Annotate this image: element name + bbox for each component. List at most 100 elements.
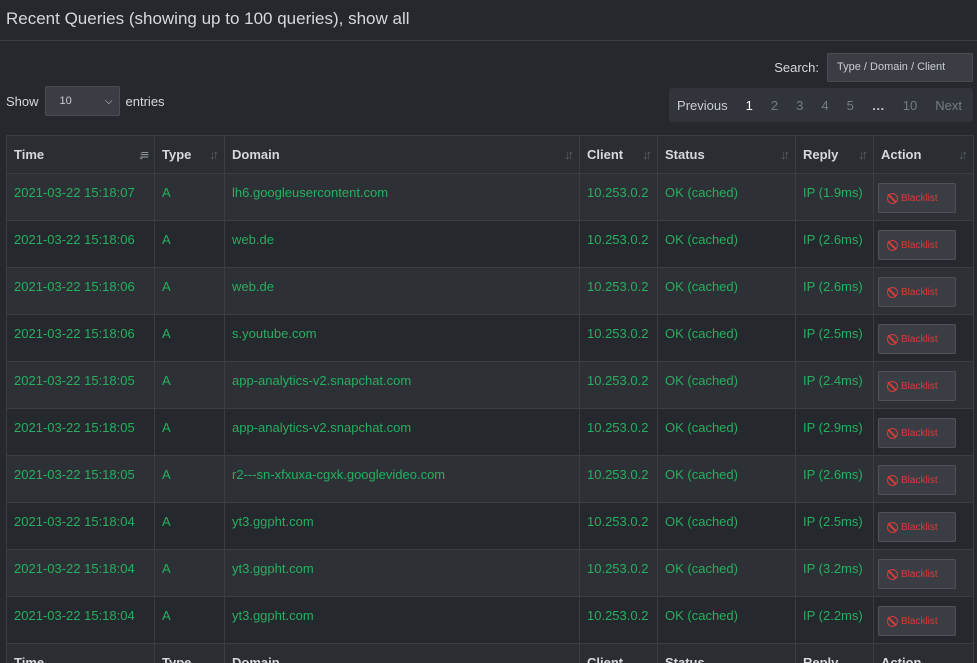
cell-type: A — [154, 173, 225, 221]
cell-time: 2021-03-22 15:18:05 — [6, 455, 155, 503]
blacklist-button[interactable]: Blacklist — [878, 559, 956, 589]
pagination-page-10[interactable]: 10 — [894, 88, 926, 122]
footer-header-time: Time — [6, 643, 155, 663]
cell-action: Blacklist — [873, 455, 974, 503]
show-all-link[interactable]: show all — [348, 9, 409, 28]
pagination-page-4[interactable]: 4 — [812, 88, 837, 122]
cell-client: 10.253.0.2 — [579, 314, 658, 362]
table-row: 2021-03-22 15:18:04 A yt3.ggpht.com 10.2… — [6, 549, 974, 597]
sort-icon: ↓↑ — [564, 147, 574, 162]
table-row: 2021-03-22 15:18:05 A app-analytics-v2.s… — [6, 408, 974, 456]
table-row: 2021-03-22 15:18:07 A lh6.googleusercont… — [6, 173, 974, 221]
search-row: Search: — [774, 52, 973, 82]
cell-action: Blacklist — [873, 408, 974, 456]
blacklist-button[interactable]: Blacklist — [878, 230, 956, 260]
column-header-domain[interactable]: Domain ↓↑ — [224, 135, 580, 174]
cell-client: 10.253.0.2 — [579, 502, 658, 550]
cell-type: A — [154, 549, 225, 597]
column-header-time[interactable]: Time ↓≡ — [6, 135, 155, 174]
cell-type: A — [154, 267, 225, 315]
cell-reply: IP (2.4ms) — [795, 361, 874, 409]
cell-time: 2021-03-22 15:18:06 — [6, 267, 155, 315]
cell-status: OK (cached) — [657, 220, 796, 268]
cell-domain: web.de — [224, 267, 580, 315]
cell-status: OK (cached) — [657, 267, 796, 315]
blacklist-button[interactable]: Blacklist — [878, 512, 956, 542]
cell-time: 2021-03-22 15:18:05 — [6, 361, 155, 409]
cell-reply: IP (2.5ms) — [795, 314, 874, 362]
entries-length: Show 10 ⌵ entries — [6, 86, 165, 116]
cell-type: A — [154, 220, 225, 268]
footer-header-status: Status — [657, 643, 796, 663]
blacklist-label: Blacklist — [901, 286, 938, 298]
pagination-page-3[interactable]: 3 — [787, 88, 812, 122]
table-row: 2021-03-22 15:18:06 A s.youtube.com 10.2… — [6, 314, 974, 362]
blacklist-label: Blacklist — [901, 380, 938, 392]
search-input[interactable] — [827, 52, 973, 82]
table-row: 2021-03-22 15:18:06 A web.de 10.253.0.2 … — [6, 220, 974, 268]
ban-icon — [887, 192, 898, 204]
blacklist-label: Blacklist — [901, 474, 938, 486]
cell-time: 2021-03-22 15:18:04 — [6, 549, 155, 597]
ban-icon — [887, 239, 898, 251]
cell-type: A — [154, 596, 225, 644]
cell-action: Blacklist — [873, 502, 974, 550]
column-header-reply[interactable]: Reply ↓↑ — [795, 135, 874, 174]
pagination-page-5[interactable]: 5 — [838, 88, 863, 122]
ban-icon — [887, 427, 898, 439]
footer-header-type: Type — [154, 643, 225, 663]
blacklist-button[interactable]: Blacklist — [878, 277, 956, 307]
cell-domain: yt3.ggpht.com — [224, 502, 580, 550]
column-header-action[interactable]: Action ↓↑ — [873, 135, 974, 174]
cell-reply: IP (2.2ms) — [795, 596, 874, 644]
pagination-next[interactable]: Next — [926, 88, 971, 122]
column-header-type[interactable]: Type ↓↑ — [154, 135, 225, 174]
blacklist-button[interactable]: Blacklist — [878, 606, 956, 636]
pagination-page-2[interactable]: 2 — [762, 88, 787, 122]
blacklist-button[interactable]: Blacklist — [878, 183, 956, 213]
cell-status: OK (cached) — [657, 408, 796, 456]
cell-client: 10.253.0.2 — [579, 549, 658, 597]
table-header-row: Time ↓≡ Type ↓↑ Domain ↓↑ Client ↓↑ Status ↓↑… — [6, 135, 974, 174]
cell-domain: s.youtube.com — [224, 314, 580, 362]
cell-action: Blacklist — [873, 220, 974, 268]
sort-desc-icon: ↓≡ — [137, 147, 149, 162]
column-header-status[interactable]: Status ↓↑ — [657, 135, 796, 174]
blacklist-button[interactable]: Blacklist — [878, 465, 956, 495]
sort-icon: ↓↑ — [858, 147, 868, 162]
cell-domain: web.de — [224, 220, 580, 268]
pagination-previous[interactable]: Previous — [671, 88, 737, 122]
ban-icon — [887, 333, 898, 345]
sort-icon: ↓↑ — [642, 147, 652, 162]
table-row: 2021-03-22 15:18:05 A app-analytics-v2.s… — [6, 361, 974, 409]
cell-time: 2021-03-22 15:18:06 — [6, 220, 155, 268]
footer-header-client: Client — [579, 643, 658, 663]
ban-icon — [887, 521, 898, 533]
cell-action: Blacklist — [873, 314, 974, 362]
cell-reply: IP (2.5ms) — [795, 502, 874, 550]
blacklist-label: Blacklist — [901, 568, 938, 580]
cell-action: Blacklist — [873, 549, 974, 597]
cell-time: 2021-03-22 15:18:07 — [6, 173, 155, 221]
search-label: Search: — [774, 59, 819, 75]
column-header-client[interactable]: Client ↓↑ — [579, 135, 658, 174]
cell-status: OK (cached) — [657, 502, 796, 550]
pagination-page-1[interactable]: 1 — [737, 88, 762, 122]
cell-time: 2021-03-22 15:18:06 — [6, 314, 155, 362]
footer-header-domain: Domain — [224, 643, 580, 663]
cell-reply: IP (3.2ms) — [795, 549, 874, 597]
ban-icon — [887, 615, 898, 627]
sort-icon: ↓↑ — [209, 147, 219, 162]
cell-client: 10.253.0.2 — [579, 596, 658, 644]
cell-client: 10.253.0.2 — [579, 361, 658, 409]
entries-select-value: 10 — [59, 95, 72, 107]
table-row: 2021-03-22 15:18:04 A yt3.ggpht.com 10.2… — [6, 596, 974, 644]
entries-select[interactable]: 10 ⌵ — [44, 86, 120, 116]
chevron-down-icon: ⌵ — [104, 95, 113, 107]
blacklist-button[interactable]: Blacklist — [878, 324, 956, 354]
cell-domain: app-analytics-v2.snapchat.com — [224, 361, 580, 409]
blacklist-button[interactable]: Blacklist — [878, 418, 956, 448]
blacklist-button[interactable]: Blacklist — [878, 371, 956, 401]
ban-icon — [887, 568, 898, 580]
cell-client: 10.253.0.2 — [579, 173, 658, 221]
